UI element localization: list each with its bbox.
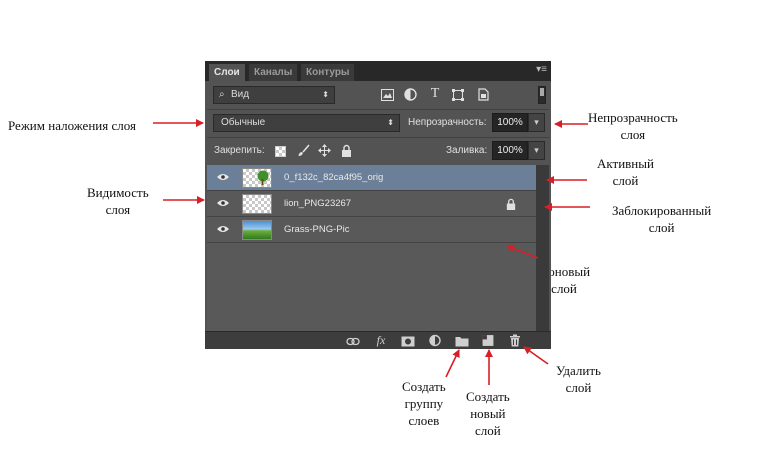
lock-icon xyxy=(506,198,516,210)
annotation-blend-mode: Режим наложения слоя xyxy=(8,118,136,133)
trash-icon[interactable] xyxy=(508,334,522,347)
updown-arrows-icon: ⬍ xyxy=(387,118,394,127)
annotation-create-group: Создать группу слоев xyxy=(402,378,446,429)
layer-thumbnail xyxy=(242,194,272,214)
search-icon: ⌕ xyxy=(219,89,225,100)
annotation-line: Создать xyxy=(402,379,446,394)
type-filter-icon[interactable]: T xyxy=(428,87,442,101)
fill-slider-button[interactable]: ▾ xyxy=(528,141,545,160)
pixel-filter-icon[interactable] xyxy=(381,89,394,101)
layers-list: 0_f132c_82ca4f95_orig lion_PNG23267 Gras… xyxy=(207,165,536,331)
tab-layers[interactable]: Слои xyxy=(209,64,245,81)
updown-arrows-icon: ⬍ xyxy=(322,90,329,99)
blend-mode-value: Обычные xyxy=(221,117,266,128)
annotation-line: группу xyxy=(404,396,444,411)
opacity-slider-button[interactable]: ▾ xyxy=(528,113,545,132)
annotation-line: слой xyxy=(612,173,639,188)
annotation-line: слоя xyxy=(105,202,131,217)
annotation-line: слоев xyxy=(408,413,440,428)
eye-icon[interactable] xyxy=(217,225,229,233)
annotation-line: Создать xyxy=(466,389,510,404)
layer-name[interactable]: Grass-PNG-Pic xyxy=(284,217,349,243)
layer-filter-dropdown[interactable]: ⌕ Вид ⬍ xyxy=(213,86,335,104)
annotation-line: слой xyxy=(565,380,592,395)
annotation-line: слой xyxy=(648,220,675,235)
fill-label: Заливка: xyxy=(446,145,488,156)
annotation-line: Непрозрачность xyxy=(588,110,678,125)
annotation-line: Удалить xyxy=(556,363,601,378)
eye-icon[interactable] xyxy=(217,199,229,207)
layers-scrollbar[interactable] xyxy=(536,165,549,331)
link-icon[interactable] xyxy=(346,335,360,348)
divider xyxy=(207,109,549,110)
layer-name[interactable]: 0_f132c_82ca4f95_orig xyxy=(284,165,383,191)
tab-paths[interactable]: Контуры xyxy=(301,64,355,81)
lock-transparency-icon[interactable] xyxy=(275,146,286,157)
folder-icon[interactable] xyxy=(455,335,469,348)
opacity-label: Непрозрачность: xyxy=(408,117,487,128)
annotation-line: слоя xyxy=(620,127,646,142)
fill-input[interactable]: 100% xyxy=(492,141,528,160)
annotation-delete-layer: Удалить слой xyxy=(556,362,601,396)
panel-tab-bar: Слои Каналы Контуры ▾≡ xyxy=(205,61,551,81)
lock-all-icon[interactable] xyxy=(341,144,352,157)
lock-label: Закрепить: xyxy=(214,145,265,156)
layer-row-background[interactable]: Grass-PNG-Pic xyxy=(207,217,536,243)
opacity-input[interactable]: 100% xyxy=(492,113,528,132)
toggle-knob xyxy=(540,88,544,96)
layer-thumbnail xyxy=(242,168,272,188)
fx-icon[interactable]: fx xyxy=(374,334,388,347)
layer-row-active[interactable]: 0_f132c_82ca4f95_orig xyxy=(207,165,536,191)
layers-bottom-toolbar: fx xyxy=(205,331,551,349)
lock-move-icon[interactable] xyxy=(318,144,331,157)
tree-thumbnail-icon xyxy=(257,170,269,185)
annotation-active-layer: Активный слой xyxy=(597,155,654,189)
layer-name[interactable]: lion_PNG23267 xyxy=(284,191,351,217)
annotation-line: новый xyxy=(470,406,506,421)
adjustment-icon[interactable] xyxy=(428,334,442,347)
annotation-line: слой xyxy=(475,423,501,438)
filter-toggle-switch[interactable] xyxy=(538,86,546,104)
filter-label: Вид xyxy=(231,89,250,100)
annotation-opacity: Непрозрачность слоя xyxy=(588,109,678,143)
adjustment-filter-icon[interactable] xyxy=(404,88,417,101)
annotation-line: Активный xyxy=(597,156,654,171)
panel-menu-icon[interactable]: ▾≡ xyxy=(536,64,547,75)
arrow-create-group xyxy=(445,349,460,378)
annotation-line: Заблокированный xyxy=(612,203,712,218)
annotation-locked-layer: Заблокированный слой xyxy=(612,202,711,236)
annotation-line: Видимость xyxy=(87,185,149,200)
layers-panel: Слои Каналы Контуры ▾≡ ⌕ Вид ⬍ T Обычные… xyxy=(205,61,551,349)
mask-icon[interactable] xyxy=(401,335,415,348)
lock-brush-icon[interactable] xyxy=(297,144,310,157)
new-layer-icon[interactable] xyxy=(481,334,495,347)
divider xyxy=(207,137,549,138)
layer-row-locked[interactable]: lion_PNG23267 xyxy=(207,191,536,217)
blend-mode-dropdown[interactable]: Обычные ⬍ xyxy=(213,114,400,132)
layer-thumbnail xyxy=(242,220,272,240)
tab-channels[interactable]: Каналы xyxy=(249,64,298,81)
smart-object-filter-icon[interactable] xyxy=(477,88,489,101)
eye-icon[interactable] xyxy=(217,173,229,181)
annotation-visibility: Видимость слоя xyxy=(87,184,149,218)
shape-filter-icon[interactable] xyxy=(452,89,464,101)
arrow-delete-layer xyxy=(523,346,549,365)
annotation-new-layer: Создать новый слой xyxy=(466,388,510,439)
